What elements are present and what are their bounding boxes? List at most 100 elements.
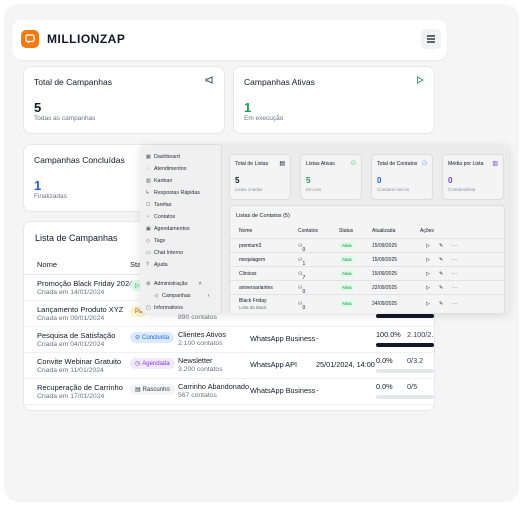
list-updated: 15/09/2025 [372, 271, 398, 277]
settings-icon: ⚙ [146, 281, 151, 287]
edit-icon[interactable]: ✎ [439, 243, 443, 249]
sidebar-label: Tags [154, 238, 166, 244]
play-icon [416, 76, 424, 86]
more-icon[interactable]: ⋯ [452, 301, 457, 307]
users-icon: ⚇ [350, 161, 356, 167]
sidebar-item-chat-interno[interactable]: ▭ Chat Interno [146, 250, 183, 256]
more-icon[interactable]: ⋯ [452, 257, 457, 263]
lightning-icon: ϟ [146, 190, 149, 196]
sidebar-item-tarefas[interactable]: ☐ Tarefas [146, 202, 171, 208]
chat-logo-icon [21, 30, 39, 48]
campaign-contacts: 890 contatos [178, 314, 217, 321]
list-contacts: ⚇ 0 [298, 301, 306, 311]
card-title: Média por Lista [448, 161, 484, 167]
campaign-date: Criada em 04/01/2024 [37, 341, 105, 348]
col-name: Nome [239, 228, 253, 234]
campaign-contacts: 2.100 contatos [178, 340, 223, 347]
more-icon[interactable]: ⋯ [452, 271, 457, 277]
message-icon: ▭ [146, 250, 151, 256]
card-subtitle: Contatos únicos [377, 187, 410, 192]
play-icon[interactable]: ▷ [426, 301, 430, 307]
chat-icon: ◌ [146, 166, 149, 172]
sidebar-item-campanhas[interactable]: ◁ Campanhas › [154, 293, 209, 299]
sidebar-label: Atendimentos [154, 166, 187, 172]
calendar-icon: ▣ [146, 226, 151, 232]
campaign-name: Promoção Black Friday 2024 [37, 279, 134, 288]
status-badge: Ativa [339, 256, 355, 263]
campaign-schedule: - [316, 334, 319, 343]
table-row[interactable]: premium3 ⚇ 0 Ativa 15/09/2025 ▷ ✎ ⋯ [230, 238, 504, 253]
status-badge: ⊘ Concluída [130, 332, 175, 343]
sidebar-label: Agendamentos [154, 226, 190, 232]
status-badge: ◷ Agendada [130, 358, 175, 369]
campaign-channel: WhatsApp API [250, 360, 298, 369]
more-icon[interactable]: ⋯ [452, 243, 457, 249]
edit-icon[interactable]: ✎ [439, 257, 443, 263]
progress-percent: 0.0% [376, 356, 393, 365]
edit-icon[interactable]: ✎ [439, 271, 443, 277]
card-title: Total de Campanhas [34, 77, 112, 87]
sidebar-item-agendamentos[interactable]: ▣ Agendamentos [146, 226, 190, 232]
sidebar-item-kanban[interactable]: ▥ Kanban [146, 178, 172, 184]
list-updated: 24/09/2025 [372, 301, 398, 307]
total-campaigns-card: Total de Campanhas 5 Todas as campanhas [23, 66, 225, 134]
card-subtitle: Contatos/lista [448, 187, 476, 192]
menu-icon [427, 35, 435, 43]
campaign-channel: WhatsApp Business [250, 334, 316, 343]
list-updated: 15/09/2025 [372, 243, 398, 249]
kanban-icon: ▥ [146, 178, 151, 184]
sidebar-item-dashboard[interactable]: ▦ Dashboard [146, 154, 180, 160]
progress-bar [376, 343, 434, 347]
active-lists-card: Listas Ativas ⚇ 5 Em uso [300, 154, 362, 200]
contact-count: 0 [302, 305, 306, 311]
sidebar-item-informativos[interactable]: ▢ Informativos [146, 305, 183, 311]
more-icon[interactable]: ⋯ [452, 285, 457, 291]
col-contacts: Contatos [298, 228, 319, 234]
play-icon[interactable]: ▷ [426, 285, 430, 291]
card-title: Total de Contatos [377, 161, 418, 167]
progress-count: 0/3.2 [407, 356, 424, 365]
sidebar-item-contatos[interactable]: ◔ Contatos [146, 214, 175, 220]
top-bar: MILLIONZAP [12, 20, 447, 60]
list-description: Lista da black [239, 305, 267, 310]
play-icon[interactable]: ▷ [426, 271, 430, 277]
card-value: 5 [34, 100, 42, 115]
table-row[interactable]: Recuperação de Carrinho Criada em 17/01/… [24, 378, 434, 405]
campaign-schedule: - [316, 386, 319, 395]
average-per-list-card: Média por Lista ▥ 0 Contatos/lista [442, 154, 504, 200]
sidebar-label: Administração [154, 281, 188, 287]
app-frame: MILLIONZAP Total de Campanhas 5 Todas as… [4, 4, 519, 502]
table-row[interactable]: aniversariantes ⚇ 0 Ativa 22/09/2025 ▷ ✎… [230, 280, 504, 295]
play-icon[interactable]: ▷ [426, 243, 430, 249]
sidebar-item-respostas[interactable]: ϟ Respostas Rápidas [146, 190, 200, 196]
sidebar-item-administracao[interactable]: ⚙ Administração ˄ [146, 281, 202, 287]
campaign-channel: WhatsApp Business [250, 386, 316, 395]
status-badge: Ativa [339, 270, 355, 277]
sidebar-item-atendimentos[interactable]: ◌ Atendimentos [146, 166, 186, 172]
help-icon: ? [146, 262, 149, 268]
sidebar-item-ajuda[interactable]: ? Ajuda [146, 262, 168, 268]
card-value: 1 [34, 178, 42, 193]
edit-icon[interactable]: ✎ [439, 285, 443, 291]
status-text: Agendada [142, 360, 170, 367]
table-row[interactable]: Convite Webinar Gratuito Criada em 11/01… [24, 352, 434, 379]
table-row[interactable]: Pesquisa de Satisfação Criada em 04/01/2… [24, 326, 434, 353]
progress-count: 0/5 [407, 382, 418, 391]
list-contacts: ⚇ 1 [298, 257, 306, 267]
play-icon[interactable]: ▷ [426, 257, 430, 263]
campaign-name: Lançamento Produto XYZ [37, 305, 124, 314]
campaign-date: Criada em 09/01/2024 [37, 315, 105, 322]
table-row[interactable]: Clinicas ⚇ 7 Ativa 15/09/2025 ▷ ✎ ⋯ [230, 266, 504, 281]
status-badge: Ativa [339, 242, 355, 249]
sidebar-item-tags[interactable]: ◇ Tags [146, 238, 165, 244]
table-row[interactable]: mequiagem ⚇ 1 Ativa 15/09/2025 ▷ ✎ ⋯ [230, 252, 504, 267]
list-name: mequiagem [239, 257, 266, 263]
sidebar-label: Tarefas [154, 202, 172, 208]
status-text: Rascunho [142, 386, 170, 393]
hamburger-menu-button[interactable] [421, 29, 441, 49]
table-row[interactable]: Black Friday Lista da black ⚇ 0 Ativa 24… [230, 294, 504, 313]
check-icon: ☐ [146, 202, 151, 208]
campaign-name: Convite Webinar Gratuito [37, 357, 122, 366]
card-value: 0 [377, 176, 382, 185]
edit-icon[interactable]: ✎ [439, 301, 443, 307]
